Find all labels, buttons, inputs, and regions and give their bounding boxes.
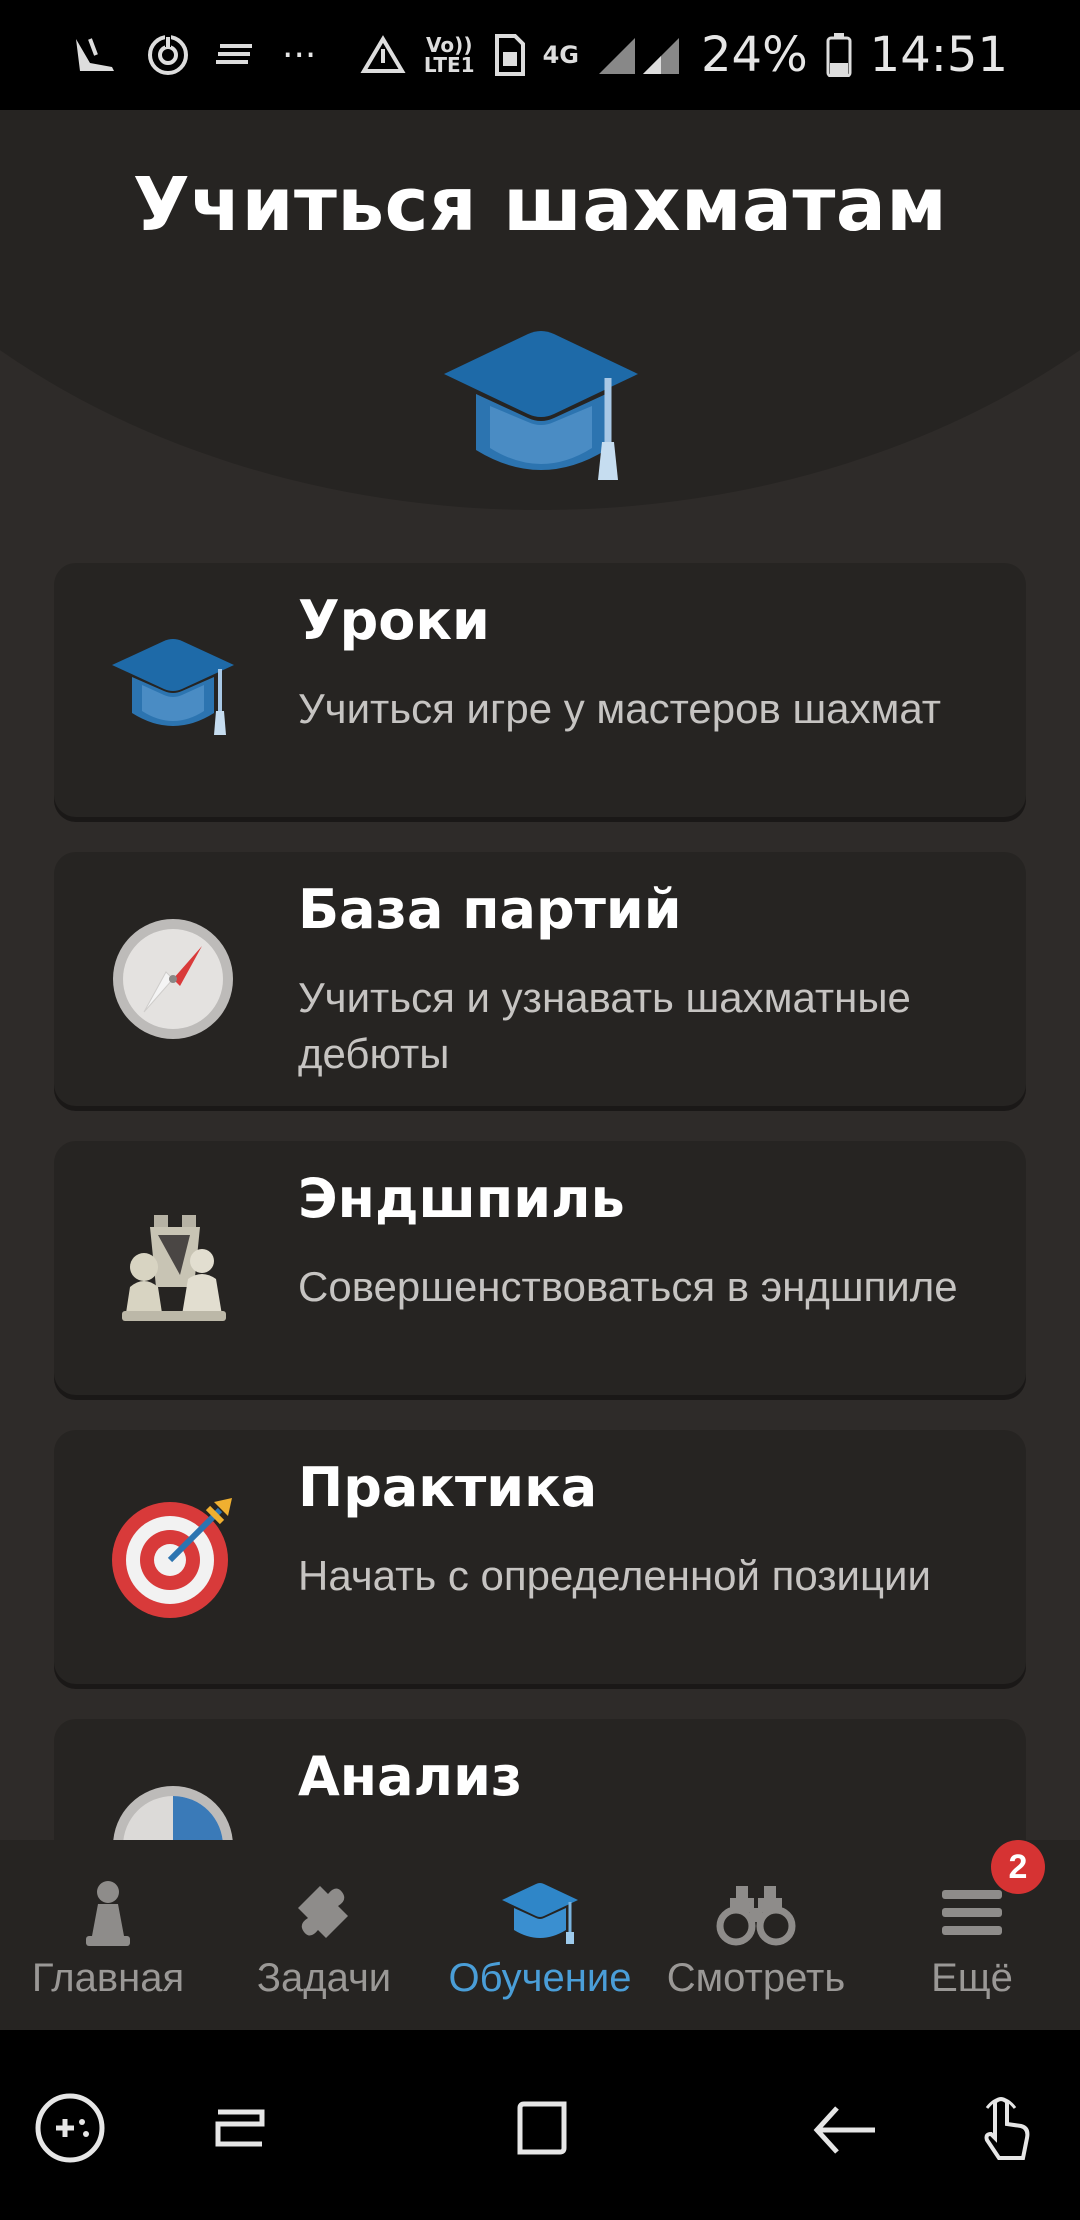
graduation-cap-icon: [444, 331, 638, 480]
card-practice[interactable]: Практика Начать с определенной позиции: [54, 1430, 1026, 1684]
recent-apps-icon[interactable]: [200, 2088, 280, 2168]
graduation-cap-icon: [502, 1883, 578, 1944]
power-circle-icon: [146, 33, 190, 77]
card-lessons[interactable]: Уроки Учиться игре у мастеров шахмат: [54, 563, 1026, 817]
page-title: Учиться шахматам: [132, 162, 948, 248]
volte-indicator: Vo)) LTE1: [423, 33, 475, 77]
tab-label: Задачи: [256, 1956, 392, 2000]
tab-label: Смотреть: [666, 1956, 846, 2000]
menu-icon: [942, 1890, 1002, 1935]
clock: 14:51: [869, 27, 1008, 83]
system-navigation-bar: [0, 2030, 1080, 2220]
tab-more[interactable]: Ещё: [864, 1840, 1080, 2030]
tab-label: Обучение: [448, 1956, 632, 2000]
endgame-pieces-icon: [122, 1215, 226, 1321]
data-saver-icon: [360, 35, 406, 75]
status-bar: ··· Vo)) LTE1 4G 24% 14:51: [0, 0, 1080, 110]
card-description: Учиться и узнавать шахматные дебюты: [298, 974, 911, 1077]
tab-watch[interactable]: Смотреть: [648, 1840, 864, 2030]
tab-label: Главная: [31, 1956, 185, 2000]
speed-skate-icon: [70, 33, 120, 77]
battery-icon: [826, 33, 852, 77]
home-button-icon[interactable]: [502, 2088, 582, 2168]
notes-icon: [216, 40, 256, 70]
graduation-cap-icon: [112, 639, 234, 735]
card-title: Эндшпиль: [298, 1167, 625, 1230]
binoculars-icon: [716, 1886, 796, 1946]
pawn-icon: [86, 1881, 130, 1946]
card-title: Уроки: [298, 589, 490, 652]
tab-label: Ещё: [931, 1956, 1013, 2000]
card-description: Учиться игре у мастеров шахмат: [298, 685, 942, 732]
tab-puzzles[interactable]: Задачи: [216, 1840, 432, 2030]
card-title: База партий: [298, 878, 682, 941]
puzzle-icon: [298, 1886, 348, 1938]
touch-gesture-icon[interactable]: [965, 2088, 1045, 2168]
card-title: Практика: [298, 1456, 598, 1519]
network-type: 4G: [542, 41, 579, 69]
back-arrow-icon[interactable]: [805, 2088, 885, 2168]
signal-strength-icon: [597, 34, 683, 76]
sim-card-icon: [493, 34, 525, 76]
notification-badge: 2: [991, 1840, 1045, 1894]
game-tools-icon[interactable]: [30, 2088, 110, 2168]
bottom-tab-bar: Главная Задачи Обучение Смотреть Ещё: [0, 1840, 1080, 2030]
card-endgame[interactable]: Эндшпиль Совершенствоваться в эндшпиле: [54, 1141, 1026, 1395]
card-title: Анализ: [298, 1745, 523, 1808]
card-description: Совершенствоваться в эндшпиле: [298, 1263, 958, 1310]
tab-home[interactable]: Главная: [0, 1840, 216, 2030]
page-header: Учиться шахматам: [0, 110, 1080, 620]
target-icon: [112, 1498, 232, 1618]
more-notifications-icon: ···: [282, 34, 317, 76]
learning-options-list: Уроки Учиться игре у мастеров шахмат Баз…: [54, 563, 1026, 2008]
card-description: Начать с определенной позиции: [298, 1552, 931, 1599]
battery-percent: 24%: [700, 27, 808, 83]
tab-learn[interactable]: Обучение: [432, 1840, 648, 2030]
card-opening-explorer[interactable]: База партий Учиться и узнавать шахматные…: [54, 852, 1026, 1106]
compass-icon: [113, 919, 233, 1039]
